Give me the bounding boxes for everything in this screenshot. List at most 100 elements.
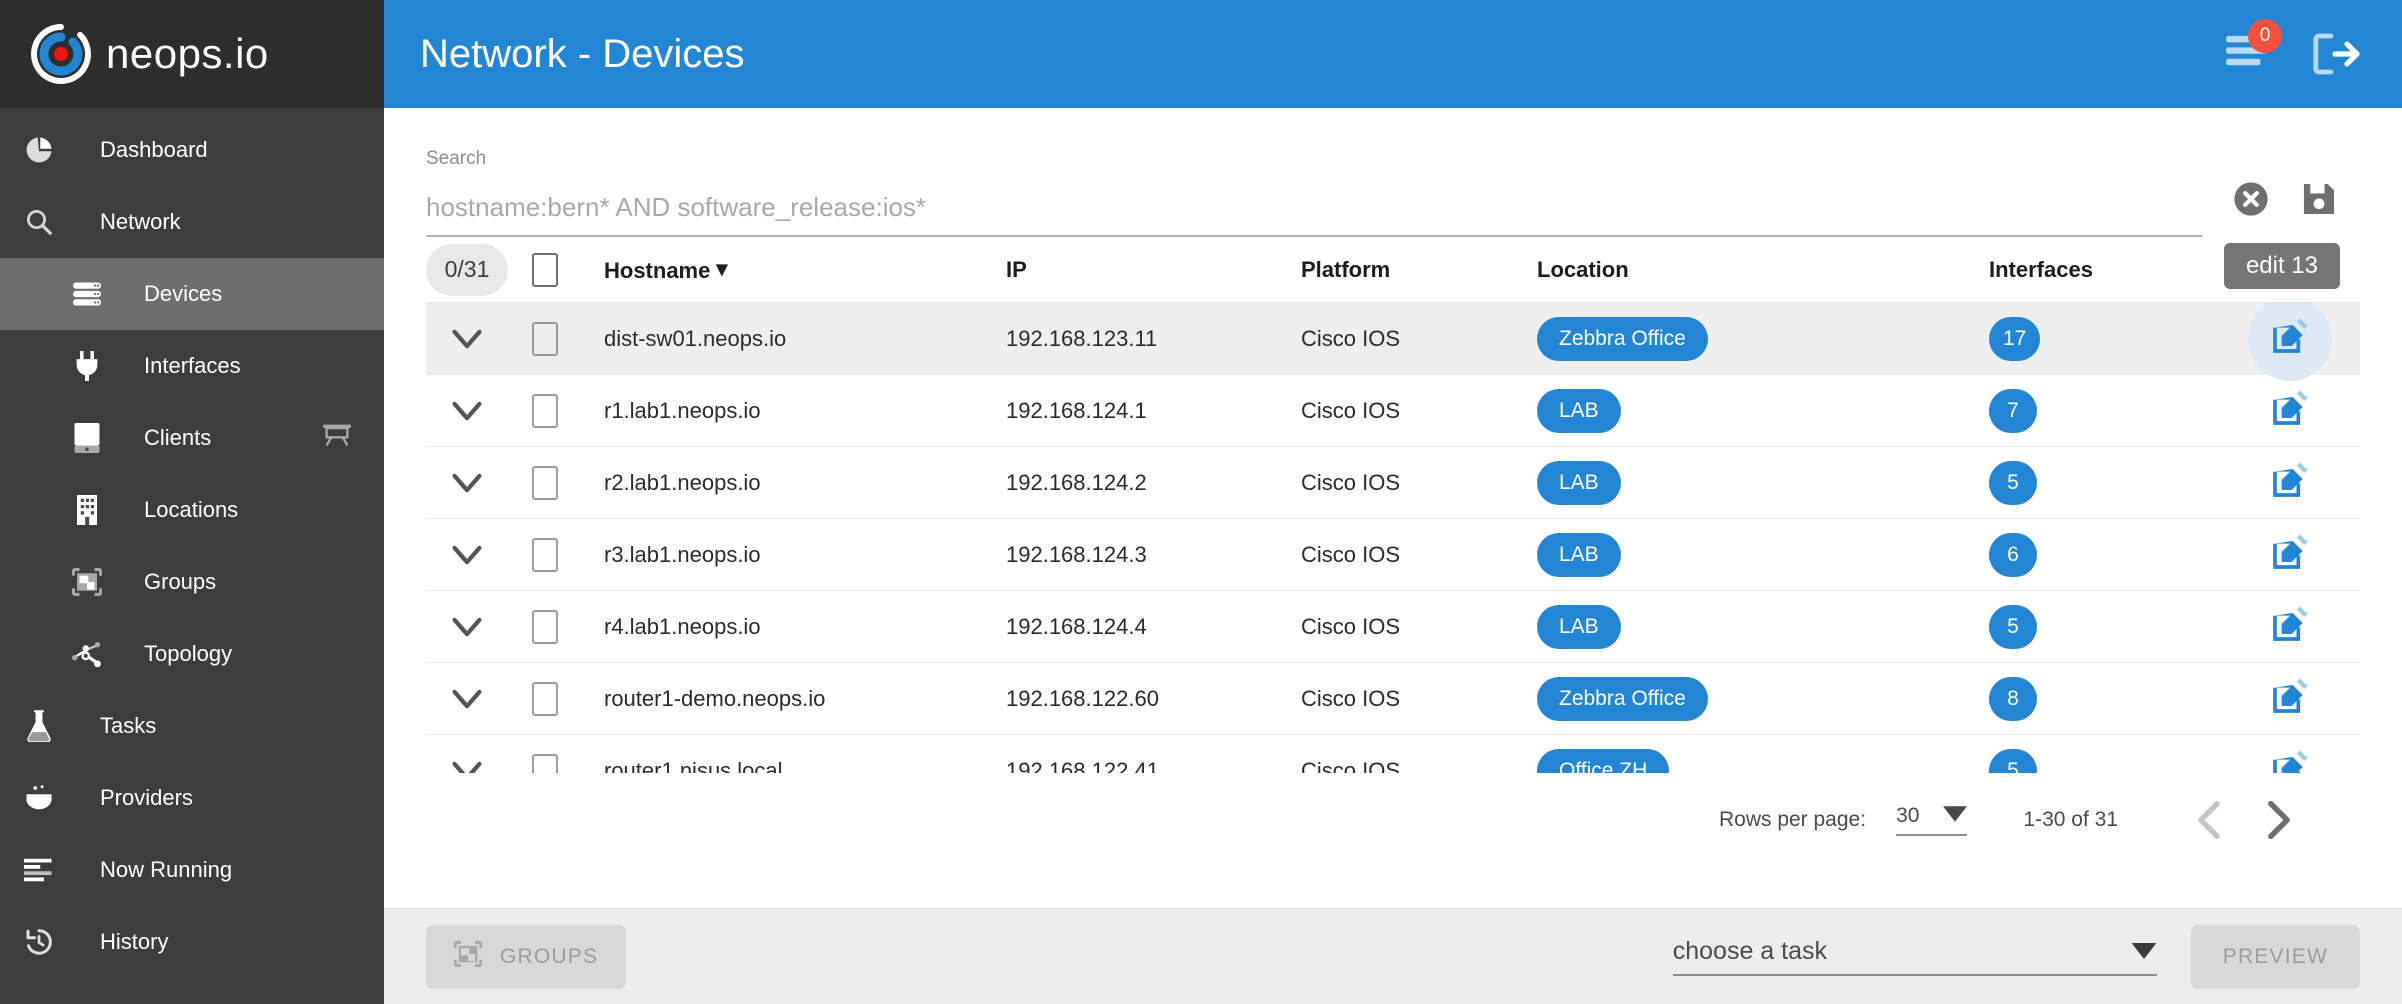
- paginator: Rows per page: 30 1-30 of 31: [426, 773, 2360, 867]
- expand-row-chevron-icon[interactable]: [426, 688, 508, 710]
- table-row[interactable]: r2.lab1.neops.io 192.168.124.2 Cisco IOS LA…: [426, 447, 2360, 519]
- edit-pencil-icon: [2270, 316, 2310, 362]
- cell-ip: 192.168.122.41: [1006, 757, 1159, 774]
- save-floppy-icon[interactable]: [2300, 180, 2338, 223]
- sidebar-item-clients[interactable]: Clients: [0, 402, 384, 474]
- expand-row-chevron-icon[interactable]: [426, 472, 508, 494]
- chevron-down-icon: [2131, 937, 2157, 966]
- building-icon: [70, 493, 104, 527]
- sidebar-item-groups[interactable]: Groups: [0, 546, 384, 618]
- column-label: Hostname: [604, 257, 711, 283]
- row-checkbox[interactable]: [508, 537, 582, 572]
- rows-per-page-label: Rows per page:: [1718, 808, 1867, 831]
- column-header-ip[interactable]: IP: [1006, 257, 1301, 283]
- cell-ip: 192.168.122.60: [1006, 685, 1159, 711]
- groups-button[interactable]: GROUPS: [426, 924, 627, 989]
- sidebar-item-label: Topology: [144, 641, 233, 666]
- sidebar-item-interfaces[interactable]: Interfaces: [0, 330, 384, 402]
- table-row[interactable]: router1-demo.neops.io 192.168.122.60 Cisco…: [426, 663, 2360, 735]
- cell-platform: Cisco IOS: [1301, 757, 1401, 774]
- chevron-left-icon[interactable]: [2174, 785, 2244, 855]
- sidebar: neops.io Dashboard Network Devices Inter…: [0, 0, 384, 1004]
- column-header-hostname[interactable]: Hostname ▾: [582, 256, 1006, 284]
- sidebar-item-history[interactable]: History: [0, 906, 384, 978]
- sidebar-item-providers[interactable]: Providers: [0, 762, 384, 834]
- sidebar-item-now-running[interactable]: Now Running: [0, 834, 384, 906]
- location-badge[interactable]: LAB: [1537, 460, 1621, 505]
- search-input[interactable]: [426, 192, 2202, 235]
- cell-platform: Cisco IOS: [1301, 541, 1401, 567]
- cell-ip: 192.168.124.2: [1006, 469, 1147, 495]
- interfaces-count-badge[interactable]: 6: [1989, 532, 2037, 577]
- sidebar-item-label: Groups: [144, 569, 217, 594]
- expand-row-chevron-icon[interactable]: [426, 400, 508, 422]
- column-header-platform[interactable]: Platform: [1301, 257, 1537, 283]
- table-row[interactable]: router1.nisus.local 192.168.122.41 Cisco I…: [426, 735, 2360, 773]
- table-row[interactable]: dist-sw01.neops.io 192.168.123.11 Cisco IO…: [426, 303, 2360, 381]
- cell-location: Office ZH: [1537, 748, 1989, 773]
- expand-row-chevron-icon[interactable]: [426, 328, 508, 350]
- table-row[interactable]: r1.lab1.neops.io 192.168.124.1 Cisco IOS LA…: [426, 375, 2360, 447]
- table-row[interactable]: r3.lab1.neops.io 192.168.124.3 Cisco IOS LA…: [426, 519, 2360, 591]
- cell-ip: 192.168.124.1: [1006, 397, 1147, 423]
- sidebar-item-network[interactable]: Network: [0, 186, 384, 258]
- row-checkbox[interactable]: [508, 393, 582, 428]
- location-badge[interactable]: Office ZH: [1537, 748, 1670, 773]
- sidebar-item-devices[interactable]: Devices: [0, 258, 384, 330]
- preview-button[interactable]: PREVIEW: [2190, 924, 2360, 989]
- chevron-right-icon[interactable]: [2244, 785, 2314, 855]
- interfaces-count-badge[interactable]: 7: [1989, 388, 2037, 433]
- task-select[interactable]: choose a task: [1672, 937, 2157, 976]
- cell-location: Zebbra Office: [1537, 316, 1989, 361]
- column-header-interfaces[interactable]: Interfaces: [1989, 257, 2220, 283]
- expand-row-chevron-icon[interactable]: [426, 544, 508, 566]
- interfaces-count-badge[interactable]: 5: [1989, 748, 2037, 773]
- column-header-location[interactable]: Location: [1537, 257, 1989, 283]
- location-badge[interactable]: Zebbra Office: [1537, 316, 1708, 361]
- jobs-queue-icon[interactable]: 0: [2222, 19, 2282, 81]
- sidebar-item-label: Providers: [100, 785, 193, 810]
- app-root: neops.io Dashboard Network Devices Inter…: [0, 0, 2402, 1004]
- sidebar-item-topology[interactable]: Topology: [0, 618, 384, 690]
- rows-per-page-select[interactable]: 30: [1896, 804, 1968, 836]
- interfaces-count-badge[interactable]: 17: [1989, 316, 2041, 361]
- sidebar-item-dashboard[interactable]: Dashboard: [0, 114, 384, 186]
- row-checkbox[interactable]: [508, 321, 582, 356]
- cell-interfaces: 5: [1989, 604, 2220, 649]
- location-badge[interactable]: LAB: [1537, 604, 1621, 649]
- expand-row-chevron-icon[interactable]: [426, 760, 508, 773]
- interfaces-count-badge[interactable]: 5: [1989, 460, 2037, 505]
- location-badge[interactable]: LAB: [1537, 532, 1621, 577]
- expand-row-chevron-icon[interactable]: [426, 616, 508, 638]
- edit-pencil-icon: [2270, 604, 2310, 650]
- cell-edit: [2220, 729, 2360, 773]
- interfaces-count-badge[interactable]: 5: [1989, 604, 2037, 649]
- cell-platform: Cisco IOS: [1301, 613, 1401, 639]
- cell-hostname: dist-sw01.neops.io: [604, 325, 787, 351]
- servers-icon: [70, 277, 104, 311]
- row-checkbox[interactable]: [508, 609, 582, 644]
- plug-icon: [70, 349, 104, 383]
- task-select-value: choose a task: [1672, 937, 1828, 965]
- sidebar-item-locations[interactable]: Locations: [0, 474, 384, 546]
- cell-platform: Cisco IOS: [1301, 469, 1401, 495]
- pagination-range: 1-30 of 31: [2023, 808, 2118, 831]
- edit-row-button[interactable]: [2248, 729, 2332, 773]
- clear-circle-icon[interactable]: [2232, 180, 2270, 223]
- row-checkbox[interactable]: [508, 465, 582, 500]
- location-badge[interactable]: LAB: [1537, 388, 1621, 433]
- sidebar-item-tasks[interactable]: Tasks: [0, 690, 384, 762]
- select-all-checkbox[interactable]: [508, 252, 582, 287]
- cell-location: LAB: [1537, 388, 1989, 433]
- brand-logo[interactable]: neops.io: [0, 0, 384, 108]
- row-checkbox[interactable]: [508, 681, 582, 716]
- row-checkbox[interactable]: [508, 753, 582, 773]
- interfaces-count-badge[interactable]: 8: [1989, 676, 2037, 721]
- table-row[interactable]: r4.lab1.neops.io 192.168.124.4 Cisco IOS LA…: [426, 591, 2360, 663]
- sidebar-item-label: Now Running: [100, 857, 233, 882]
- logout-icon[interactable]: [2310, 27, 2364, 81]
- location-badge[interactable]: Zebbra Office: [1537, 676, 1708, 721]
- edit-pencil-icon: [2270, 388, 2310, 434]
- sidebar-item-label: Interfaces: [144, 353, 241, 378]
- cell-hostname: router1-demo.neops.io: [604, 685, 826, 711]
